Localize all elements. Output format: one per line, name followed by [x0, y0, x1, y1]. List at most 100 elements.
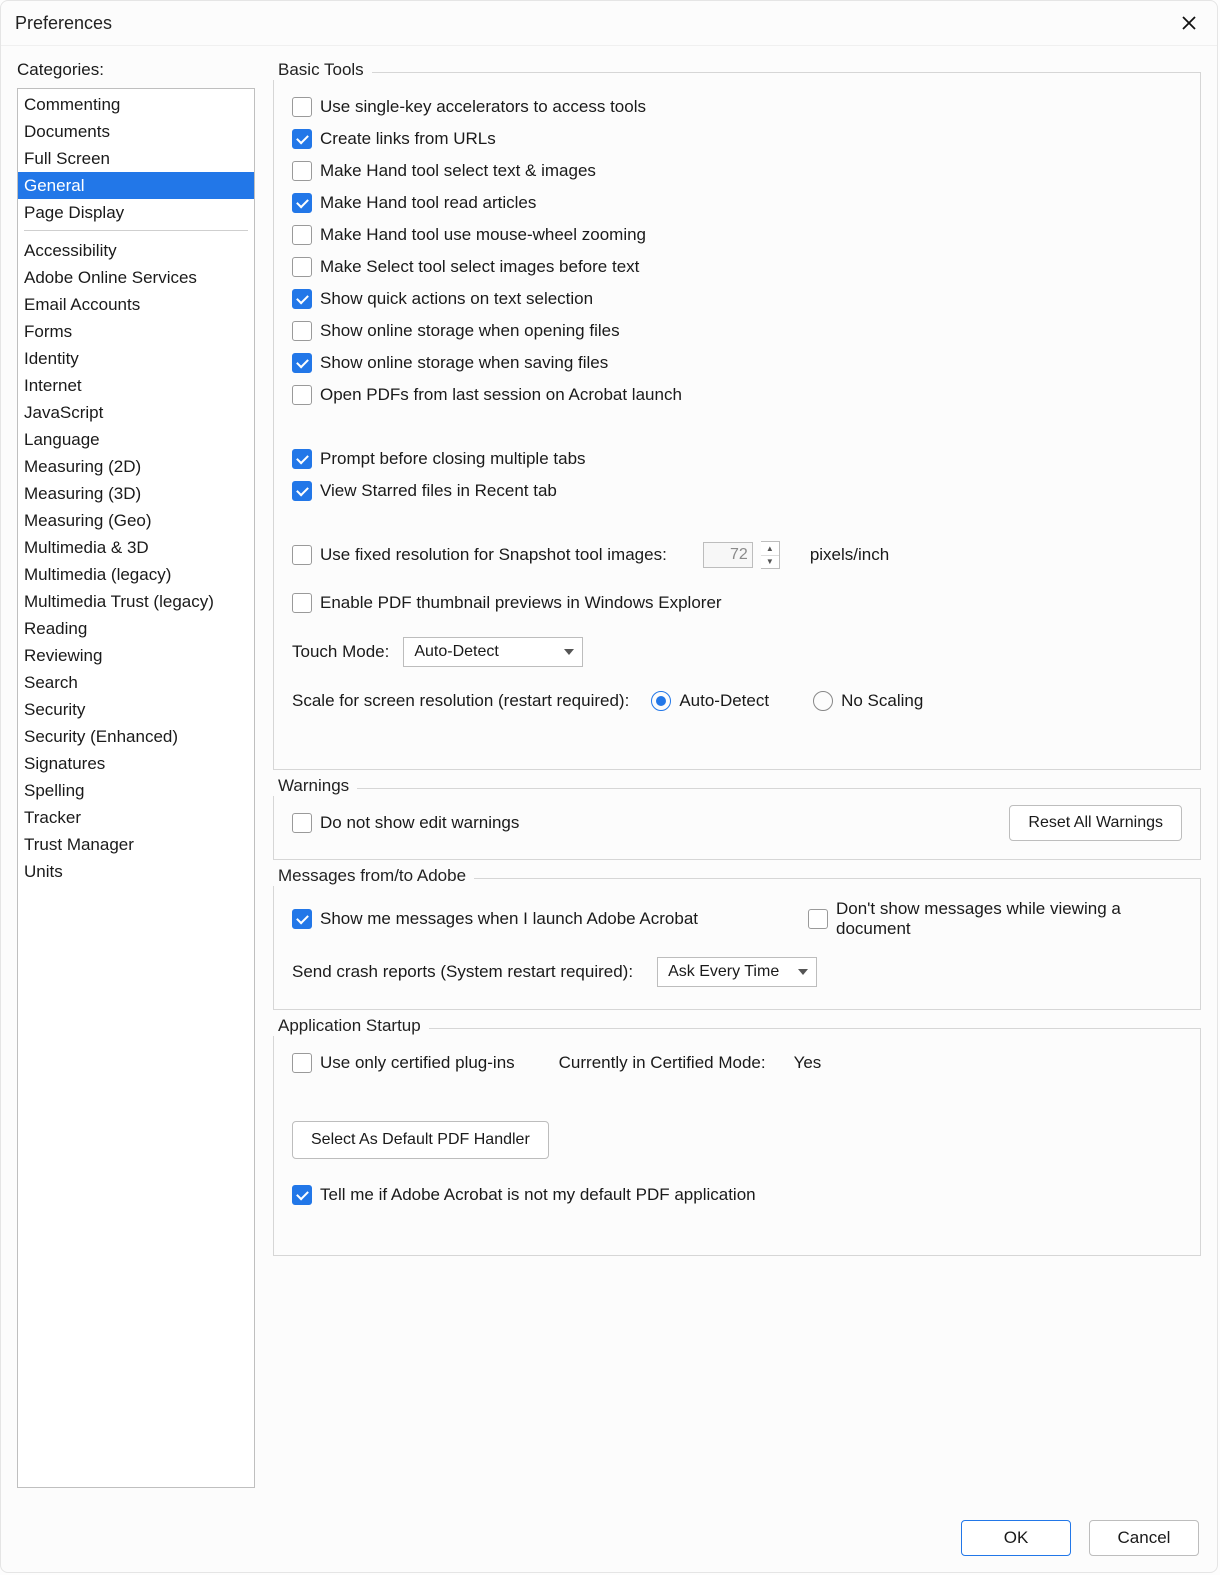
category-item[interactable]: Units [18, 858, 254, 885]
category-item[interactable]: Security [18, 696, 254, 723]
category-item[interactable]: Page Display [18, 199, 254, 226]
button-label: Cancel [1118, 1528, 1171, 1548]
edit-warnings-row: Do not show edit warnings [292, 809, 519, 837]
cancel-button[interactable]: Cancel [1089, 1520, 1199, 1556]
msg-viewing-row: Don't show messages while viewing a docu… [808, 899, 1182, 939]
group-title: Basic Tools [270, 60, 372, 80]
group-warnings: Warnings Do not show edit warnings Reset… [273, 788, 1201, 860]
touch-mode-select[interactable]: Auto-Detect [403, 637, 583, 667]
category-divider [24, 230, 248, 231]
close-icon [1181, 15, 1197, 31]
category-item[interactable]: Spelling [18, 777, 254, 804]
checkbox-fixed-resolution[interactable] [292, 545, 312, 565]
category-item[interactable]: Commenting [18, 91, 254, 118]
ok-button[interactable]: OK [961, 1520, 1071, 1556]
reset-warnings-button[interactable]: Reset All Warnings [1009, 805, 1182, 841]
category-item[interactable]: Security (Enhanced) [18, 723, 254, 750]
label: Don't show messages while viewing a docu… [836, 899, 1182, 939]
checkbox-row: Make Hand tool read articles [292, 189, 1182, 217]
checkbox-row: Make Select tool select images before te… [292, 253, 1182, 281]
plugins-row: Use only certified plug-ins Currently in… [292, 1049, 1182, 1077]
checkbox[interactable] [292, 129, 312, 149]
select-value: Ask Every Time [668, 963, 779, 981]
category-item[interactable]: Reviewing [18, 642, 254, 669]
dialog-footer: OK Cancel [961, 1520, 1199, 1556]
default-app-row: Tell me if Adobe Acrobat is not my defau… [292, 1181, 1182, 1209]
category-item[interactable]: Internet [18, 372, 254, 399]
checkbox[interactable] [292, 353, 312, 373]
label: Show me messages when I launch Adobe Acr… [320, 909, 698, 929]
checkbox[interactable] [292, 481, 312, 501]
category-item[interactable]: Measuring (Geo) [18, 507, 254, 534]
cert-mode-label: Currently in Certified Mode: [559, 1053, 766, 1073]
thumbnail-row: Enable PDF thumbnail previews in Windows… [292, 589, 1182, 617]
stepper-down-icon[interactable]: ▼ [761, 556, 779, 569]
checkbox-default-app-notify[interactable] [292, 1185, 312, 1205]
checkbox[interactable] [292, 321, 312, 341]
category-item[interactable]: Identity [18, 345, 254, 372]
resolution-input[interactable] [703, 542, 753, 568]
touch-mode-row: Touch Mode: Auto-Detect [292, 637, 1182, 667]
checkbox[interactable] [292, 449, 312, 469]
label: Create links from URLs [320, 129, 496, 149]
category-item[interactable]: Accessibility [18, 237, 254, 264]
checkbox-certified-plugins[interactable] [292, 1053, 312, 1073]
category-item[interactable]: Reading [18, 615, 254, 642]
radio-auto-detect[interactable] [651, 691, 671, 711]
checkbox-hide-messages-viewing[interactable] [808, 909, 828, 929]
checkbox[interactable] [292, 193, 312, 213]
resolution-stepper[interactable]: ▲ ▼ [761, 541, 780, 569]
category-item[interactable]: JavaScript [18, 399, 254, 426]
group-messages: Messages from/to Adobe Show me messages … [273, 878, 1201, 1010]
category-item[interactable]: Multimedia & 3D [18, 534, 254, 561]
checkbox-thumbnail-preview[interactable] [292, 593, 312, 613]
label: Show online storage when opening files [320, 321, 620, 341]
checkbox[interactable] [292, 97, 312, 117]
checkbox-show-messages-launch[interactable] [292, 909, 312, 929]
category-item[interactable]: Tracker [18, 804, 254, 831]
fixed-resolution-row: Use fixed resolution for Snapshot tool i… [292, 541, 1182, 569]
checkbox-row: Use single-key accelerators to access to… [292, 93, 1182, 121]
close-button[interactable] [1175, 9, 1203, 37]
checkbox[interactable] [292, 289, 312, 309]
category-item[interactable]: Measuring (2D) [18, 453, 254, 480]
checkbox-edit-warnings[interactable] [292, 813, 312, 833]
checkbox[interactable] [292, 257, 312, 277]
checkbox-row: Prompt before closing multiple tabs [292, 445, 1182, 473]
category-item[interactable]: Language [18, 426, 254, 453]
select-value: Auto-Detect [414, 643, 498, 661]
category-item[interactable]: Forms [18, 318, 254, 345]
cert-mode-value: Yes [794, 1053, 822, 1073]
scale-row: Scale for screen resolution (restart req… [292, 687, 1182, 715]
categories-list[interactable]: CommentingDocumentsFull ScreenGeneralPag… [17, 88, 255, 1488]
default-handler-button[interactable]: Select As Default PDF Handler [292, 1121, 549, 1159]
category-item[interactable]: Full Screen [18, 145, 254, 172]
stepper-up-icon[interactable]: ▲ [761, 542, 779, 556]
label: Make Hand tool use mouse-wheel zooming [320, 225, 646, 245]
checkbox-row: Show quick actions on text selection [292, 285, 1182, 313]
checkbox[interactable] [292, 161, 312, 181]
button-label: Reset All Warnings [1028, 814, 1163, 832]
crash-report-select[interactable]: Ask Every Time [657, 957, 817, 987]
categories-label: Categories: [17, 60, 255, 80]
category-item[interactable]: Multimedia Trust (legacy) [18, 588, 254, 615]
category-item[interactable]: Documents [18, 118, 254, 145]
checkbox-row: Make Hand tool use mouse-wheel zooming [292, 221, 1182, 249]
radio-no-scaling[interactable] [813, 691, 833, 711]
category-item[interactable]: Signatures [18, 750, 254, 777]
checkbox-row: Open PDFs from last session on Acrobat l… [292, 381, 1182, 409]
label: Make Hand tool select text & images [320, 161, 596, 181]
category-item[interactable]: Email Accounts [18, 291, 254, 318]
label: Make Hand tool read articles [320, 193, 536, 213]
category-item[interactable]: Trust Manager [18, 831, 254, 858]
touch-mode-label: Touch Mode: [292, 642, 389, 662]
category-item[interactable]: Multimedia (legacy) [18, 561, 254, 588]
checkbox[interactable] [292, 385, 312, 405]
checkbox-row: Make Hand tool select text & images [292, 157, 1182, 185]
sidebar: Categories: CommentingDocumentsFull Scre… [17, 60, 255, 1495]
category-item[interactable]: General [18, 172, 254, 199]
category-item[interactable]: Search [18, 669, 254, 696]
checkbox[interactable] [292, 225, 312, 245]
category-item[interactable]: Measuring (3D) [18, 480, 254, 507]
category-item[interactable]: Adobe Online Services [18, 264, 254, 291]
